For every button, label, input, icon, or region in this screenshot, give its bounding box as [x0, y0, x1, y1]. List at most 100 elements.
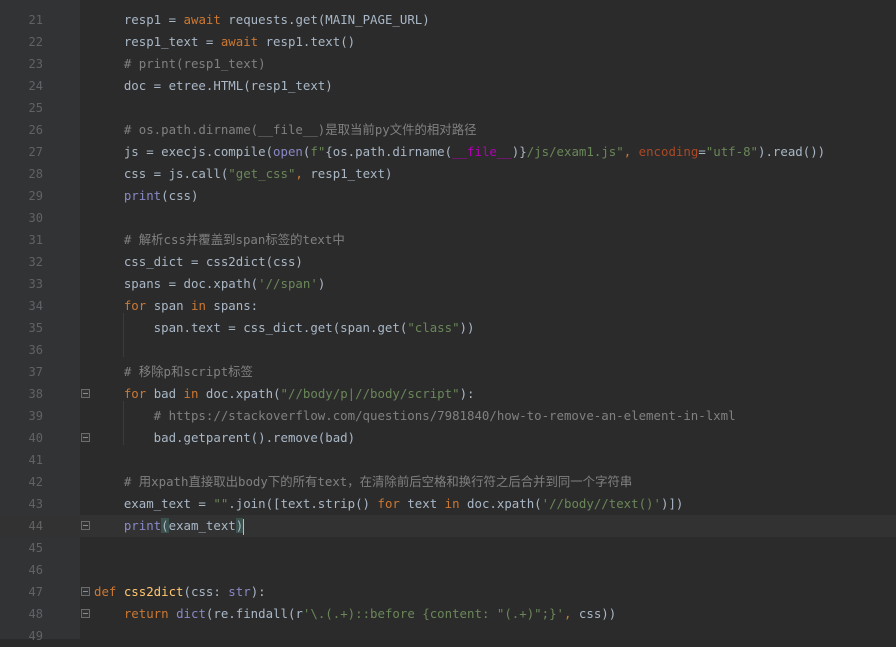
code-token: "get_css" [228, 166, 296, 181]
line-number: 46 [28, 563, 43, 577]
line-number: 22 [28, 35, 43, 49]
code-token: {os.path.dirname( [325, 144, 453, 159]
fold-toggle-icon[interactable] [81, 433, 90, 442]
fold-toggle-icon[interactable] [81, 609, 90, 618]
fold-toggle-icon[interactable] [81, 389, 90, 398]
code-token: , [623, 144, 639, 159]
code-line[interactable]: 43 exam_text = "".join([text.strip() for… [0, 493, 896, 515]
code-text: js = execjs.compile(open(f"{os.path.dirn… [94, 141, 825, 163]
code-token: .join([text.strip() [228, 496, 378, 511]
line-number: 35 [28, 321, 43, 335]
line-number: 36 [28, 343, 43, 357]
code-token: return [123, 606, 169, 621]
fold-toggle-icon[interactable] [81, 587, 90, 596]
code-token: # print(resp1_text) [94, 56, 266, 71]
code-editor[interactable]: 21 resp1 = await requests.get(MAIN_PAGE_… [0, 0, 896, 643]
code-line[interactable]: 47 def css2dict(css: str): [0, 581, 896, 603]
code-token: css)) [571, 606, 617, 621]
code-text: span.text = css_dict.get(span.get("class… [94, 317, 475, 339]
code-text: css = js.call("get_css", resp1_text) [94, 163, 393, 185]
line-number: 45 [28, 541, 43, 555]
code-token: ).read()) [758, 144, 826, 159]
code-line[interactable]: 28 css = js.call("get_css", resp1_text) [0, 163, 896, 185]
code-line[interactable]: 24 doc = etree.HTML(resp1_text) [0, 75, 896, 97]
code-line[interactable]: 31 # 解析css并覆盖到span标签的text中 [0, 229, 896, 251]
line-number: 49 [28, 629, 43, 643]
code-token: open [273, 144, 303, 159]
line-number: 43 [28, 497, 43, 511]
code-token: ) [317, 276, 326, 291]
code-line[interactable]: 41 [0, 449, 896, 471]
line-number: 26 [28, 123, 43, 137]
code-token: span.text = css_dict.get(span.get( [94, 320, 408, 335]
code-line[interactable]: 21 resp1 = await requests.get(MAIN_PAGE_… [0, 9, 896, 31]
code-line[interactable]: 22 resp1_text = await resp1.text() [0, 31, 896, 53]
code-token: for [123, 386, 147, 401]
code-token: doc = etree.HTML(resp1_text) [94, 78, 333, 93]
code-line[interactable]: 46 [0, 559, 896, 581]
line-number: 31 [28, 233, 43, 247]
code-token: await [183, 12, 221, 27]
code-token: "" [213, 496, 229, 511]
code-text: # print(resp1_text) [94, 53, 266, 75]
code-token: in [444, 496, 460, 511]
code-token: resp1_text = [94, 34, 221, 49]
code-line[interactable]: 33 spans = doc.xpath('//span') [0, 273, 896, 295]
code-line[interactable]: 34 for span in spans: [0, 295, 896, 317]
code-token: # https://stackoverflow.com/questions/79… [94, 408, 736, 423]
code-token: print [123, 188, 162, 203]
code-line[interactable]: 38 for bad in doc.xpath("//body/p|//body… [0, 383, 896, 405]
code-token: )) [459, 320, 475, 335]
code-token: # 解析css并覆盖到span标签的text中 [94, 232, 345, 247]
code-line[interactable]: 39 # https://stackoverflow.com/questions… [0, 405, 896, 427]
code-token: "utf-8" [705, 144, 758, 159]
code-token: (re.findall(r [205, 606, 303, 621]
code-line[interactable]: 37 # 移除p和script标签 [0, 361, 896, 383]
line-number: 42 [28, 475, 43, 489]
code-line[interactable]: 49 [0, 625, 896, 647]
code-line[interactable]: 23 # print(resp1_text) [0, 53, 896, 75]
code-line[interactable]: 40 bad.getparent().remove(bad) [0, 427, 896, 449]
line-number: 25 [28, 101, 43, 115]
code-line[interactable]: 36 [0, 339, 896, 361]
code-line[interactable]: 45 [0, 537, 896, 559]
code-line[interactable]: 48 return dict(re.findall(r'\.(.+)::befo… [0, 603, 896, 625]
code-line[interactable]: 30 [0, 207, 896, 229]
code-token: "//body/p|//body/script" [280, 386, 460, 401]
line-number: 27 [28, 145, 43, 159]
line-number: 44 [28, 519, 43, 533]
code-token: bad [146, 386, 184, 401]
code-token: resp1 = [94, 12, 184, 27]
code-line[interactable]: 25 [0, 97, 896, 119]
code-line[interactable]: 35 span.text = css_dict.get(span.get("cl… [0, 317, 896, 339]
code-token: doc.xpath( [198, 386, 281, 401]
code-line[interactable]: 42 # 用xpath直接取出body下的所有text，在清除前后空格和换行符之… [0, 471, 896, 493]
line-number: 30 [28, 211, 43, 225]
line-number: 21 [28, 13, 43, 27]
code-line-current[interactable]: 44 print(exam_text) [0, 515, 896, 537]
code-line[interactable]: 29 print(css) [0, 185, 896, 207]
code-token: (css: [183, 584, 229, 599]
code-line[interactable]: 32 css_dict = css2dict(css) [0, 251, 896, 273]
code-token: css2dict [123, 584, 184, 599]
code-text: print(exam_text) [94, 515, 245, 537]
indent-guide [123, 401, 124, 445]
line-number: 40 [28, 431, 43, 445]
code-text: return dict(re.findall(r'\.(.+)::before … [94, 603, 616, 625]
line-number: 32 [28, 255, 43, 269]
code-token: spans: [205, 298, 259, 313]
code-text: bad.getparent().remove(bad) [94, 427, 355, 449]
fold-toggle-icon[interactable] [81, 521, 90, 530]
code-token: spans = doc.xpath( [94, 276, 259, 291]
code-line[interactable]: 27 js = execjs.compile(open(f"{os.path.d… [0, 141, 896, 163]
code-text: # os.path.dirname(__file__)是取当前py文件的相对路径 [94, 119, 477, 141]
code-token: '\.(.+)::before {content: "(.+)";}' [302, 606, 564, 621]
code-line[interactable] [0, 0, 896, 9]
line-number: 47 [28, 585, 43, 599]
code-text: for bad in doc.xpath("//body/p|//body/sc… [94, 383, 475, 405]
line-number: 23 [28, 57, 43, 71]
code-line[interactable]: 26 # os.path.dirname(__file__)是取当前py文件的相… [0, 119, 896, 141]
